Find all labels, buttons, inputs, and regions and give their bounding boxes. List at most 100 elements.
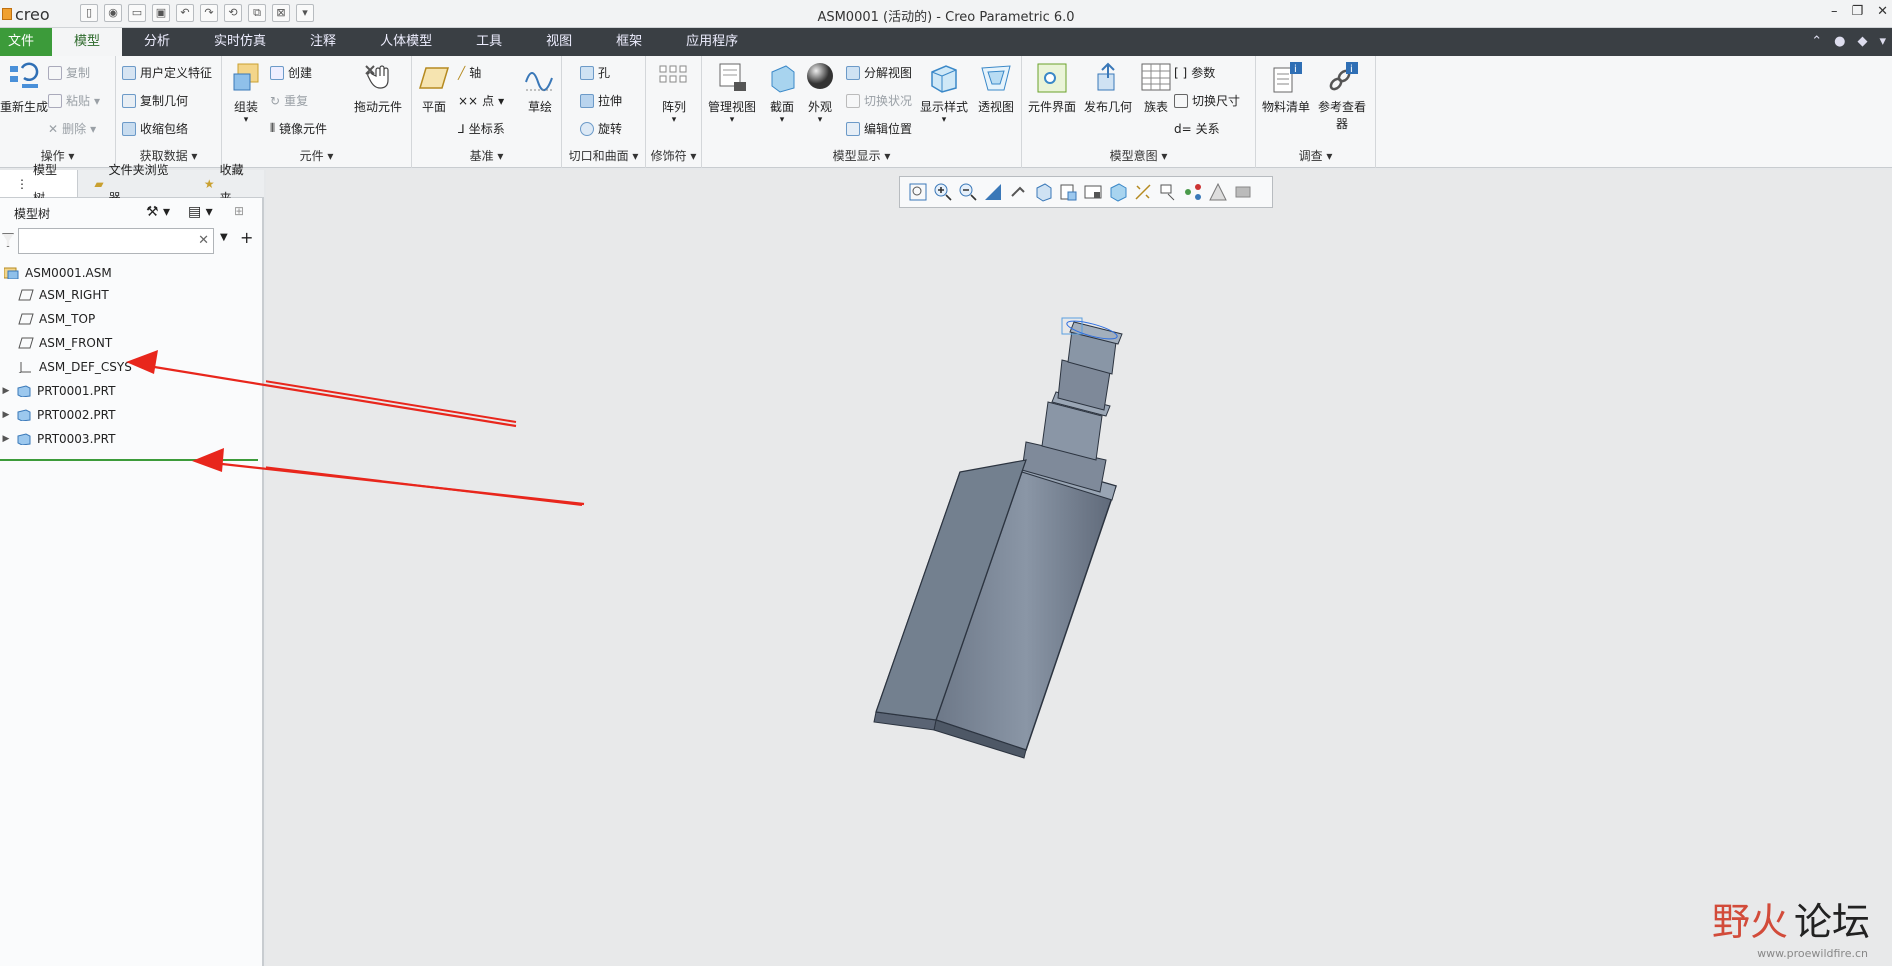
tree-item-prt0002[interactable]: ▶ PRT0002.PRT — [0, 404, 116, 426]
component-interface-button[interactable]: 元件界面 — [1028, 62, 1076, 115]
tree-settings-icon[interactable]: ⚒ ▾ — [146, 204, 170, 220]
zoom-out-icon[interactable] — [958, 182, 978, 202]
tree-item-prt0001[interactable]: ▶ PRT0001.PRT — [0, 380, 116, 402]
user-icon[interactable]: ● — [1834, 34, 1845, 49]
manage-views-button[interactable]: 管理视图 ▾ — [708, 62, 756, 125]
datum-axis-button[interactable]: ╱ 轴 — [458, 64, 481, 81]
mirror-component-button[interactable]: ⫴ 镜像元件 — [270, 120, 327, 137]
view-manager-icon[interactable] — [1058, 182, 1078, 202]
sketch-button[interactable]: 草绘 — [524, 62, 556, 115]
extrude-button[interactable]: 拉伸 — [580, 92, 622, 109]
group-label-model-display[interactable]: 模型显示 ▾ — [702, 147, 1021, 164]
explode-view-button[interactable]: 分解视图 — [846, 64, 912, 81]
collapse-ribbon-icon[interactable]: ⌃ — [1811, 34, 1822, 49]
datum-display-icon[interactable] — [1133, 182, 1153, 202]
perspective-button[interactable]: 透视图 — [978, 62, 1014, 115]
assemble-button[interactable]: 组装 ▾ — [230, 62, 262, 125]
hole-button[interactable]: 孔 — [580, 64, 610, 81]
publish-geometry-button[interactable]: 发布几何 — [1084, 62, 1132, 115]
delete-button[interactable]: ✕ 删除 ▾ — [48, 120, 96, 137]
toggle-status-button[interactable]: 切换状况 — [846, 92, 912, 109]
add-filter-icon[interactable]: + — [240, 228, 253, 247]
spin-center-icon[interactable] — [1008, 182, 1028, 202]
display-style-button[interactable]: 显示样式 ▾ — [920, 62, 968, 125]
parameters-button[interactable]: [ ] 参数 — [1174, 64, 1215, 81]
revolve-button[interactable]: 旋转 — [580, 120, 622, 137]
tab-file[interactable]: 文件 — [0, 28, 52, 56]
expand-icon[interactable]: ▶ — [0, 410, 12, 420]
insert-here-marker[interactable] — [0, 459, 258, 461]
annotation-display-icon[interactable] — [1158, 182, 1178, 202]
tree-show-icon[interactable]: ▤ ▾ — [188, 204, 213, 220]
tab-favorites[interactable]: ★收藏夹 — [188, 163, 264, 205]
tree-item-asm-def-csys[interactable]: ASM_DEF_CSYS — [14, 356, 132, 378]
tree-item-asm-front[interactable]: ASM_FRONT — [14, 332, 112, 354]
datum-point-button[interactable]: ×× 点 ▾ — [458, 92, 504, 109]
expand-icon[interactable]: ▶ — [0, 386, 12, 396]
copy-geometry-button[interactable]: 复制几何 — [122, 92, 188, 109]
restore-icon[interactable]: ❐ — [1851, 4, 1863, 19]
family-table-button[interactable]: 族表 — [1140, 62, 1172, 115]
bom-button[interactable]: i 物料清单 — [1262, 62, 1310, 115]
tab-view[interactable]: 视图 — [524, 28, 594, 56]
view-normal-icon[interactable] — [1233, 182, 1253, 202]
graphics-viewport[interactable] — [266, 170, 1892, 966]
display-style-toolbar-icon[interactable] — [1108, 182, 1128, 202]
tree-item-asm-top[interactable]: ASM_TOP — [14, 308, 95, 330]
tab-applications[interactable]: 应用程序 — [664, 28, 760, 56]
zoom-in-icon[interactable] — [933, 182, 953, 202]
copy-button[interactable]: 复制 — [48, 64, 90, 81]
clear-search-icon[interactable]: ✕ — [198, 233, 209, 248]
coordinate-system-button[interactable]: ⅃ 坐标系 — [458, 120, 505, 137]
udf-button[interactable]: 用户定义特征 — [122, 64, 212, 81]
search-dropdown-icon[interactable]: ▼ — [220, 232, 228, 243]
create-component-button[interactable]: 创建 — [270, 64, 312, 81]
tab-tools[interactable]: 工具 — [454, 28, 524, 56]
group-label-investigate[interactable]: 调查 ▾ — [1256, 147, 1375, 164]
help-icon[interactable]: ◆ — [1857, 34, 1867, 49]
reference-viewer-button[interactable]: i 参考查看 器 — [1318, 62, 1366, 132]
regenerate-button[interactable]: 重新生成 — [0, 62, 48, 115]
perspective-icon — [981, 65, 1011, 91]
section-button[interactable]: 截面 ▾ — [766, 62, 798, 125]
search-help-icon[interactable]: ▾ — [1879, 34, 1886, 49]
repaint-icon[interactable] — [983, 182, 1003, 202]
tab-annotate[interactable]: 注释 — [288, 28, 358, 56]
refit-icon[interactable] — [908, 182, 928, 202]
minimize-icon[interactable]: – — [1831, 4, 1838, 19]
switch-dimensions-button[interactable]: 切换尺寸 — [1174, 92, 1240, 109]
shrinkwrap-button[interactable]: 收缩包络 — [122, 120, 188, 137]
saved-orientations-icon[interactable] — [1033, 182, 1053, 202]
datum-plane-button[interactable]: 平面 — [418, 62, 450, 115]
tab-folder-browser[interactable]: ▰文件夹浏览器 — [78, 163, 188, 205]
relations-button[interactable]: d= 关系 — [1174, 120, 1220, 137]
edit-position-button[interactable]: 编辑位置 — [846, 120, 912, 137]
group-label-cut-surface[interactable]: 切口和曲面 ▾ — [562, 147, 645, 164]
appearance-toolbar-icon[interactable] — [1208, 182, 1228, 202]
drag-component-button[interactable]: 拖动元件 — [354, 62, 402, 115]
perspective-view-icon[interactable] — [1083, 182, 1103, 202]
repeat-button[interactable]: ↻ 重复 — [270, 92, 308, 109]
close-icon[interactable]: ✕ — [1877, 4, 1888, 19]
tab-analysis[interactable]: 分析 — [122, 28, 192, 56]
group-label-modifier[interactable]: 修饰符 ▾ — [646, 147, 701, 164]
paste-button[interactable]: 粘贴 ▾ — [48, 92, 100, 109]
tree-item-asm[interactable]: ASM0001.ASM — [0, 262, 112, 284]
tab-framework[interactable]: 框架 — [594, 28, 664, 56]
tab-manikin[interactable]: 人体模型 — [358, 28, 454, 56]
spin-center-display-icon[interactable] — [1183, 182, 1203, 202]
tree-search-input[interactable]: ✕ — [18, 228, 214, 254]
expand-icon[interactable]: ▶ — [0, 434, 12, 444]
tree-item-prt0003[interactable]: ▶ PRT0003.PRT — [0, 428, 116, 450]
group-label-datum[interactable]: 基准 ▾ — [412, 147, 561, 164]
appearance-button[interactable]: 外观 ▾ — [804, 62, 836, 125]
tree-columns-icon[interactable]: ⊞ — [234, 204, 244, 218]
assembly-3d-model[interactable] — [873, 317, 1123, 759]
tab-model[interactable]: 模型 — [52, 28, 123, 56]
pattern-button[interactable]: 阵列 ▾ — [658, 62, 690, 125]
tree-item-asm-right[interactable]: ASM_RIGHT — [14, 284, 109, 306]
tab-model-tree[interactable]: ⋮模型树 — [0, 163, 79, 205]
tab-live-simulation[interactable]: 实时仿真 — [192, 28, 288, 56]
group-label-model-intent[interactable]: 模型意图 ▾ — [1022, 147, 1255, 164]
filter-icon[interactable] — [2, 233, 14, 247]
